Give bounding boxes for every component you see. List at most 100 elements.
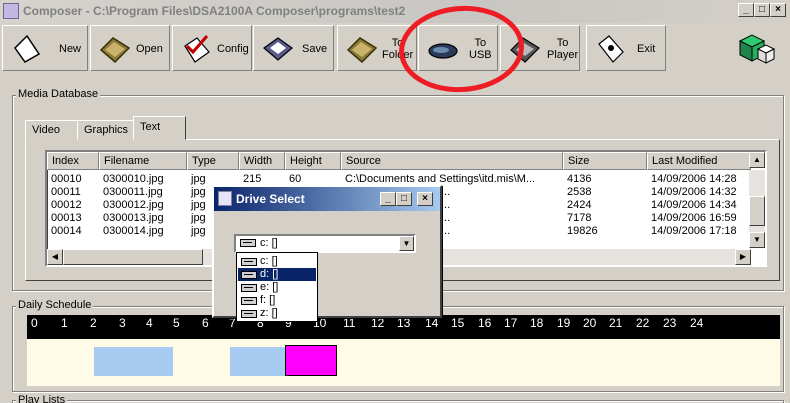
drive-option-label: d: [] xyxy=(260,268,279,280)
hour-tick-label: 17 xyxy=(504,316,518,330)
hour-tick-label: 0 xyxy=(31,316,38,330)
cell-filename: 0300013.jpg xyxy=(103,212,164,224)
tab-graphics[interactable]: Graphics xyxy=(77,120,137,140)
new-label: New xyxy=(59,43,82,55)
cell-last-modified: 14/09/2006 14:32 xyxy=(651,186,737,198)
new-button[interactable]: New xyxy=(2,25,88,71)
hour-tick-label: 18 xyxy=(530,316,544,330)
hour-tick-label: 23 xyxy=(663,316,677,330)
save-label: Save xyxy=(302,43,328,55)
app-icon xyxy=(3,3,19,19)
open-label: Open xyxy=(136,43,163,55)
minimize-button[interactable]: _ xyxy=(738,3,754,17)
cell-width: 215 xyxy=(243,173,262,185)
col-filename[interactable]: Filename xyxy=(99,152,187,170)
drive-combobox[interactable]: c: [] ▼ xyxy=(234,234,416,253)
drive-icon xyxy=(241,258,257,266)
table-row[interactable]: 00010 0300010.jpg jpg 215 60 C:\Documents and… xyxy=(47,173,752,185)
hour-tick-label: 16 xyxy=(478,316,492,330)
col-width[interactable]: Width xyxy=(239,152,285,170)
network-drive-icon xyxy=(241,310,257,318)
drive-icon xyxy=(241,284,257,292)
exit-button[interactable]: Exit xyxy=(586,25,666,71)
hour-tick-label: 7 xyxy=(229,316,236,330)
cell-size: 19826 xyxy=(567,225,598,237)
hour-tick-label: 22 xyxy=(636,316,650,330)
to-player-label: To Player xyxy=(547,37,579,61)
hour-tick-label: 21 xyxy=(609,316,623,330)
drive-option-d[interactable]: d: [] xyxy=(238,268,316,281)
col-height[interactable]: Height xyxy=(285,152,341,170)
cell-source: C:\Documents and Settings\itd.mis\M... xyxy=(345,173,536,185)
cell-height: 60 xyxy=(289,173,302,185)
schedule-area[interactable] xyxy=(27,339,780,386)
cell-filename: 0300011.jpg xyxy=(103,186,163,198)
tab-text[interactable]: Text xyxy=(133,116,186,140)
maximize-button[interactable]: □ xyxy=(754,3,770,17)
exit-door-icon xyxy=(598,35,624,63)
hour-tick-label: 19 xyxy=(557,316,571,330)
cell-index: 00014 xyxy=(51,225,82,237)
schedule-block-selected[interactable] xyxy=(285,345,337,376)
cell-last-modified: 14/09/2006 17:18 xyxy=(651,225,737,237)
config-label: Config xyxy=(217,43,249,55)
open-folder-icon xyxy=(99,37,131,64)
exit-label: Exit xyxy=(637,43,656,55)
hour-timeline[interactable]: 0 1 2 3 4 5 6 7 8 9 10 11 12 13 14 15 16 17 18 19 20 21 22 23 24 xyxy=(27,315,780,339)
drive-option-label: z: [] xyxy=(260,307,278,319)
window-title: Composer - C:\Program Files\DSA2100A Com… xyxy=(23,4,406,18)
hour-tick-label: 6 xyxy=(202,316,209,330)
cell-size: 7178 xyxy=(567,212,592,224)
dialog-minimize-button[interactable]: _ xyxy=(380,192,396,206)
scroll-down-button[interactable]: ▼ xyxy=(749,232,765,248)
col-size[interactable]: Size xyxy=(563,152,647,170)
drive-option-f[interactable]: f: [] xyxy=(238,294,316,307)
drive-icon xyxy=(240,239,256,247)
cell-last-modified: 14/09/2006 16:59 xyxy=(651,212,737,224)
dialog-maximize-button[interactable]: □ xyxy=(396,192,412,206)
scroll-up-button[interactable]: ▲ xyxy=(749,152,765,168)
hour-tick-label: 13 xyxy=(397,316,411,330)
dialog-icon xyxy=(218,191,232,206)
chevron-down-icon[interactable]: ▼ xyxy=(399,236,414,251)
schedule-block[interactable] xyxy=(230,347,285,376)
vertical-scrollbar[interactable]: ▲ ▼ xyxy=(749,152,765,248)
col-source[interactable]: Source xyxy=(341,152,563,170)
drive-option-e[interactable]: e: [] xyxy=(238,281,316,294)
hour-tick-label: 5 xyxy=(173,316,180,330)
config-button[interactable]: Config xyxy=(172,25,252,71)
hour-tick-label: 14 xyxy=(425,316,439,330)
scroll-right-button[interactable]: ▶ xyxy=(735,249,751,265)
drive-option-c[interactable]: c: [] xyxy=(238,255,316,268)
save-button[interactable]: Save xyxy=(253,25,334,71)
tab-video[interactable]: Video xyxy=(25,120,78,140)
hour-tick-label: 24 xyxy=(690,316,704,330)
cell-size: 4136 xyxy=(567,173,592,185)
close-button[interactable]: × xyxy=(770,3,786,17)
col-index[interactable]: Index xyxy=(47,152,99,170)
hour-tick-label: 3 xyxy=(119,316,126,330)
config-checklist-icon xyxy=(184,35,210,63)
about-cubes-icon[interactable] xyxy=(736,29,776,67)
scroll-thumb[interactable] xyxy=(749,196,765,226)
hour-tick-label: 20 xyxy=(583,316,597,330)
schedule-block[interactable] xyxy=(94,347,173,376)
drive-option-z[interactable]: z: [] xyxy=(238,307,316,320)
scroll-left-button[interactable]: ◀ xyxy=(47,249,63,265)
hscroll-thumb[interactable] xyxy=(63,249,203,265)
drive-combo-value: c: [] xyxy=(260,237,278,249)
col-last-modified[interactable]: Last Modified xyxy=(647,152,751,170)
dialog-close-button[interactable]: × xyxy=(417,192,433,206)
col-type[interactable]: Type xyxy=(187,152,239,170)
drive-dropdown-list[interactable]: c: [] d: [] e: [] f: [] z: [] xyxy=(236,252,318,322)
drive-option-label: f: [] xyxy=(260,294,276,306)
title-bar: Composer - C:\Program Files\DSA2100A Com… xyxy=(0,0,790,23)
dialog-title: Drive Select xyxy=(236,192,305,206)
open-button[interactable]: Open xyxy=(90,25,170,71)
cell-filename: 0300012.jpg xyxy=(103,199,164,211)
dialog-title-bar: Drive Select _ □ × xyxy=(214,187,440,211)
drive-option-label: e: [] xyxy=(260,281,279,293)
hour-tick-label: 1 xyxy=(61,316,68,330)
cell-size: 2424 xyxy=(567,199,592,211)
cell-index: 00012 xyxy=(51,199,82,211)
